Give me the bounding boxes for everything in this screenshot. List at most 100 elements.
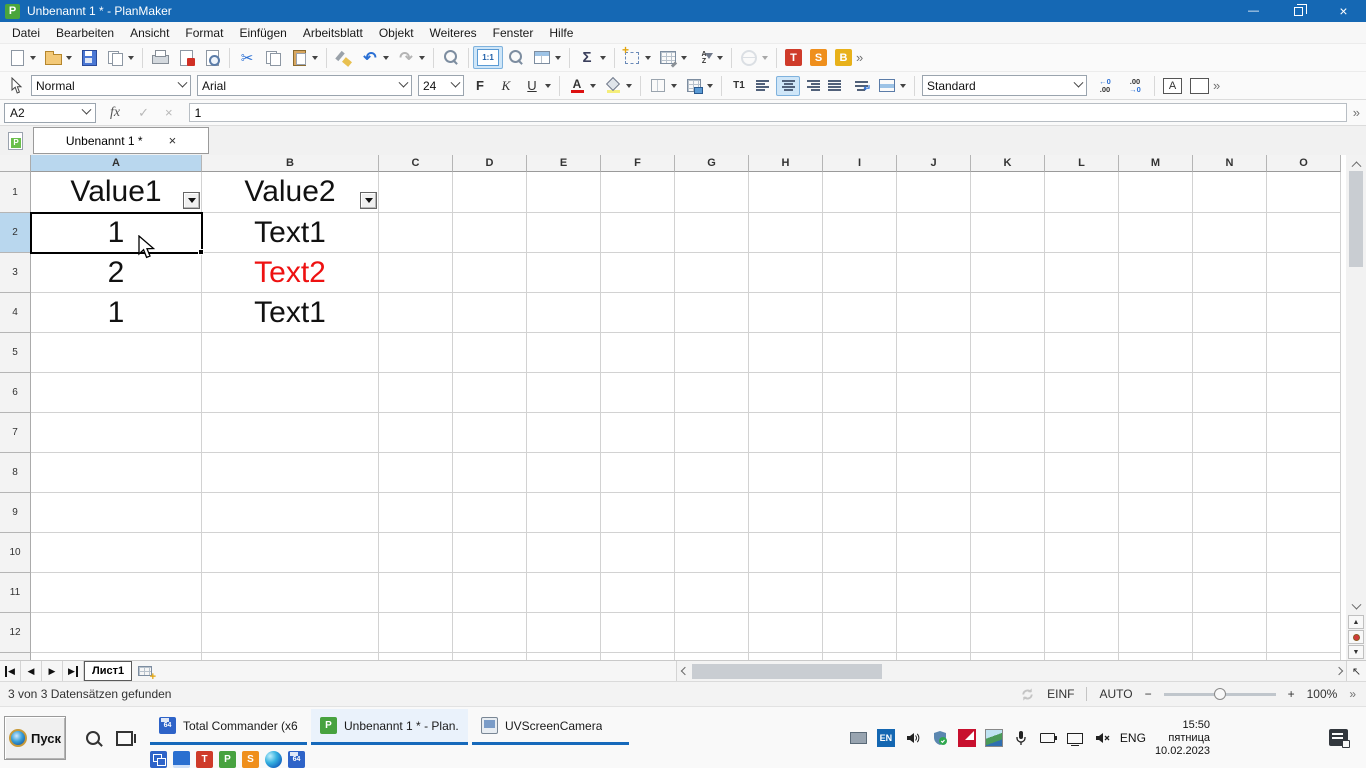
cell-J10[interactable] <box>897 533 971 573</box>
split-up-button[interactable]: ▲ <box>1348 615 1364 629</box>
cell-N7[interactable] <box>1193 413 1267 453</box>
wrap-text-button[interactable]: ↵ <box>848 74 874 97</box>
cell-L13[interactable] <box>1045 653 1119 660</box>
cell-H13[interactable] <box>749 653 823 660</box>
defender-security-icon[interactable] <box>931 729 949 747</box>
cell-A7[interactable] <box>31 413 202 453</box>
row-header-7[interactable]: 7 <box>0 413 31 453</box>
cell-O3[interactable] <box>1267 253 1341 293</box>
cell-G11[interactable] <box>675 573 749 613</box>
display-settings-icon[interactable] <box>173 751 190 768</box>
menu-item-arbeitsblatt[interactable]: Arbeitsblatt <box>295 23 371 43</box>
cell-M2[interactable] <box>1119 213 1193 253</box>
cell-A2[interactable]: 1 <box>31 213 202 253</box>
cell-G7[interactable] <box>675 413 749 453</box>
cell-J9[interactable] <box>897 493 971 533</box>
autofilter-button-A1[interactable] <box>183 192 200 209</box>
column-header-F[interactable]: F <box>601 155 675 172</box>
cell-I5[interactable] <box>823 333 897 373</box>
cell-N1[interactable] <box>1193 172 1267 213</box>
cell-A4[interactable]: 1 <box>31 293 202 333</box>
cell-N13[interactable] <box>1193 653 1267 660</box>
undo-button[interactable]: ↶ <box>357 46 393 69</box>
cell-B8[interactable] <box>202 453 379 493</box>
cell-H3[interactable] <box>749 253 823 293</box>
taskbar-clock[interactable]: 15:50пятница10.02.2023 <box>1155 719 1210 758</box>
justify-button[interactable] <box>824 76 848 96</box>
menu-item-ansicht[interactable]: Ansicht <box>122 23 177 43</box>
cell-D1[interactable] <box>453 172 527 213</box>
formula-input[interactable]: 1 <box>189 103 1347 122</box>
cell-C10[interactable] <box>379 533 453 573</box>
cell-F5[interactable] <box>601 333 675 373</box>
volume-muted-icon[interactable] <box>1093 729 1111 747</box>
cell-A5[interactable] <box>31 333 202 373</box>
split-down-button[interactable]: ▼ <box>1348 645 1364 659</box>
cell-M8[interactable] <box>1119 453 1193 493</box>
cell-H7[interactable] <box>749 413 823 453</box>
cell-D8[interactable] <box>453 453 527 493</box>
cell-D4[interactable] <box>453 293 527 333</box>
row-header-4[interactable]: 4 <box>0 293 31 333</box>
task-view-icon[interactable] <box>116 731 133 746</box>
column-header-J[interactable]: J <box>897 155 971 172</box>
cell-H4[interactable] <box>749 293 823 333</box>
column-header-N[interactable]: N <box>1193 155 1267 172</box>
cell-C7[interactable] <box>379 413 453 453</box>
cell-D10[interactable] <box>453 533 527 573</box>
cell-M12[interactable] <box>1119 613 1193 653</box>
character-dialog-button[interactable]: A <box>1159 75 1186 97</box>
print-preview-button[interactable] <box>199 46 225 69</box>
cell-J12[interactable] <box>897 613 971 653</box>
fill-color-button[interactable] <box>600 74 636 97</box>
cell-K4[interactable] <box>971 293 1045 333</box>
cell-C4[interactable] <box>379 293 453 333</box>
cell-N3[interactable] <box>1193 253 1267 293</box>
zoom-level[interactable]: 100% <box>1307 687 1338 701</box>
row-header-3[interactable]: 3 <box>0 253 31 293</box>
menu-item-fenster[interactable]: Fenster <box>485 23 542 43</box>
column-header-O[interactable]: O <box>1267 155 1341 172</box>
cell-H2[interactable] <box>749 213 823 253</box>
cell-A8[interactable] <box>31 453 202 493</box>
row-header-12[interactable]: 12 <box>0 613 31 653</box>
menu-item-einfügen[interactable]: Einfügen <box>231 23 294 43</box>
bold-button[interactable]: F <box>467 74 493 97</box>
basicmaker-button[interactable]: B <box>831 46 856 69</box>
last-sheet-button[interactable]: ▶ <box>63 661 84 681</box>
cell-O12[interactable] <box>1267 613 1341 653</box>
power-icon[interactable] <box>1039 729 1057 747</box>
cell-L12[interactable] <box>1045 613 1119 653</box>
cell-A11[interactable] <box>31 573 202 613</box>
selection-mode-button[interactable] <box>1348 630 1364 644</box>
cell-F13[interactable] <box>601 653 675 660</box>
cell-J1[interactable] <box>897 172 971 213</box>
cell-C3[interactable] <box>379 253 453 293</box>
cell-O6[interactable] <box>1267 373 1341 413</box>
table-format-button[interactable] <box>655 46 691 69</box>
menu-item-objekt[interactable]: Objekt <box>371 23 422 43</box>
cell-B5[interactable] <box>202 333 379 373</box>
scroll-left-button[interactable] <box>677 661 692 681</box>
cell-style-combo[interactable]: Normal <box>31 75 191 96</box>
cell-O11[interactable] <box>1267 573 1341 613</box>
cell-G10[interactable] <box>675 533 749 573</box>
toolbar-overflow-chevron[interactable]: » <box>1213 78 1227 93</box>
menu-item-hilfe[interactable]: Hilfe <box>541 23 581 43</box>
cell-I9[interactable] <box>823 493 897 533</box>
cell-I4[interactable] <box>823 293 897 333</box>
edge-browser-icon[interactable] <box>265 751 282 768</box>
vertical-scrollbar-thumb[interactable] <box>1349 171 1363 267</box>
cell-C1[interactable] <box>379 172 453 213</box>
cell-F9[interactable] <box>601 493 675 533</box>
cell-I12[interactable] <box>823 613 897 653</box>
column-header-B[interactable]: B <box>202 155 379 172</box>
merge-cells-button[interactable] <box>874 74 910 97</box>
cell-E5[interactable] <box>527 333 601 373</box>
cell-C12[interactable] <box>379 613 453 653</box>
cell-G4[interactable] <box>675 293 749 333</box>
column-header-D[interactable]: D <box>453 155 527 172</box>
number-format-combo[interactable]: Standard <box>922 75 1087 96</box>
copy-button[interactable] <box>260 46 286 69</box>
cell-H10[interactable] <box>749 533 823 573</box>
